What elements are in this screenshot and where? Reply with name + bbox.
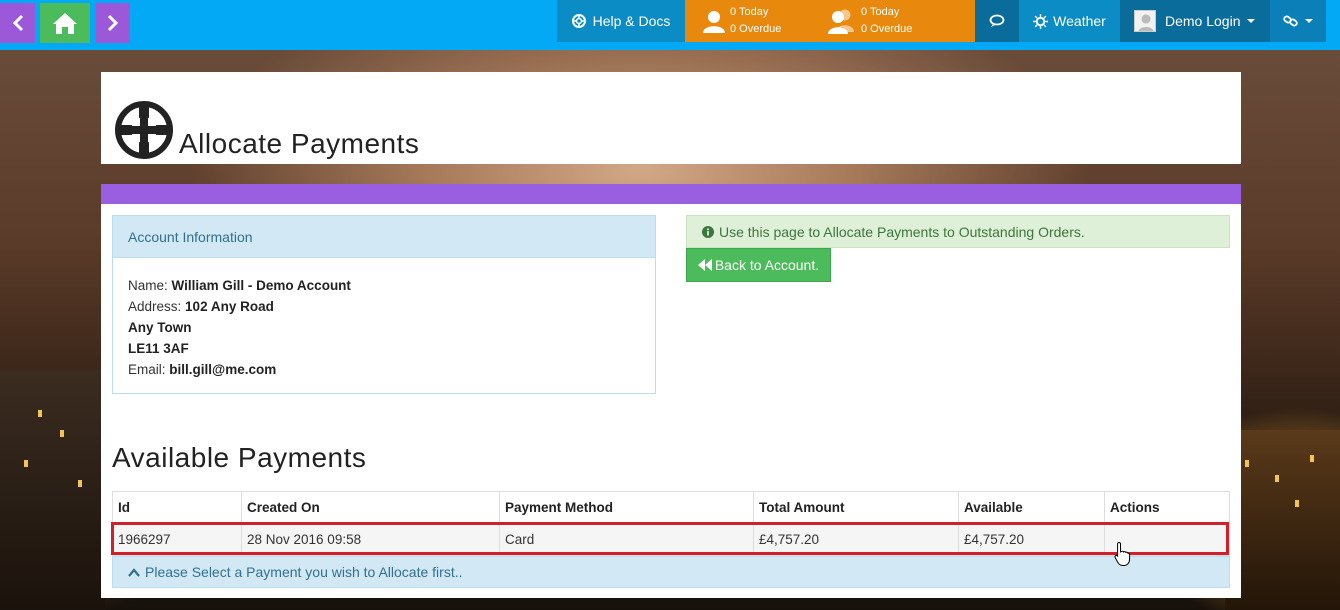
name-label: Name: (128, 278, 168, 293)
background-building-left (0, 370, 105, 610)
content-panel: Account Information Name: William Gill -… (101, 204, 1241, 598)
chevron-right-icon (107, 14, 119, 32)
user-icon (703, 11, 725, 33)
back-to-account-label: Back to Account. (714, 257, 820, 273)
chat-icon (989, 14, 1005, 27)
help-docs-button[interactable]: Help & Docs (557, 0, 685, 42)
home-icon (53, 13, 77, 34)
payments-table: Id Created On Payment Method Total Amoun… (112, 491, 1230, 556)
available-payments-title: Available Payments (112, 442, 367, 473)
team-tasks-today: 0 Today (861, 6, 900, 18)
my-tasks-overdue: 0 Overdue (730, 23, 782, 35)
weather-label: Weather (1053, 13, 1106, 29)
column-header-id[interactable]: Id (112, 491, 242, 523)
select-payment-text: Please Select a Payment you wish to Allo… (145, 564, 463, 580)
info-circle-icon (702, 225, 714, 238)
backward-icon (697, 259, 712, 271)
payment-total-amount: £4,757.20 (753, 522, 959, 556)
column-header-created-on[interactable]: Created On (241, 491, 500, 523)
account-information-panel: Account Information Name: William Gill -… (112, 215, 656, 394)
account-email: bill.gill@me.com (169, 362, 277, 377)
payment-id: 1966297 (112, 522, 242, 556)
sun-icon (1033, 13, 1049, 29)
chevron-down-icon (1305, 19, 1313, 23)
address-line1: 102 Any Road (185, 299, 274, 314)
account-information-heading: Account Information (113, 216, 655, 258)
my-tasks-counter[interactable]: 0 Today 0 Overdue (702, 0, 781, 42)
page-header: Allocate Payments (101, 72, 1241, 164)
team-tasks-overdue: 0 Overdue (861, 23, 913, 35)
chevron-down-icon (1246, 19, 1255, 23)
table-row[interactable]: 1966297 28 Nov 2016 09:58 Card £4,757.20… (112, 522, 1230, 556)
top-navbar: Help & Docs 0 Today 0 Overdue 0 Today 0 … (0, 0, 1340, 50)
select-payment-message: Please Select a Payment you wish to Allo… (112, 556, 1230, 588)
column-header-actions: Actions (1104, 491, 1230, 523)
payment-method: Card (499, 522, 754, 556)
user-menu-label: Demo Login (1165, 13, 1241, 29)
avatar (1134, 10, 1156, 32)
back-button[interactable] (0, 3, 35, 43)
pointer-hand-cursor-icon (1114, 541, 1131, 566)
section-divider-bar (101, 184, 1241, 204)
background-building-right (1225, 430, 1340, 610)
address-line2: Any Town (128, 320, 192, 335)
chevron-left-icon (12, 14, 23, 32)
address-line3: LE11 3AF (128, 341, 189, 356)
lifebuoy-icon (571, 14, 586, 28)
info-alert-text: Use this page to Allocate Payments to Ou… (719, 223, 1085, 240)
column-header-available[interactable]: Available (958, 491, 1105, 523)
link-icon (1283, 15, 1298, 27)
account-name: William Gill - Demo Account (171, 278, 351, 293)
payment-created-on: 28 Nov 2016 09:58 (241, 522, 500, 556)
chat-button[interactable] (975, 0, 1019, 42)
team-tasks-counter[interactable]: 0 Today 0 Overdue (827, 0, 912, 42)
info-alert: Use this page to Allocate Payments to Ou… (686, 215, 1230, 248)
column-header-payment-method[interactable]: Payment Method (499, 491, 754, 523)
payment-available: £4,757.20 (958, 522, 1105, 556)
users-icon (828, 9, 854, 34)
table-header-row: Id Created On Payment Method Total Amoun… (112, 491, 1230, 523)
chevron-up-icon (128, 567, 140, 577)
forward-button[interactable] (96, 3, 130, 43)
tasks-panel: 0 Today 0 Overdue 0 Today 0 Overdue (685, 0, 975, 42)
crosshair-circle-icon (115, 101, 173, 159)
help-docs-label: Help & Docs (592, 13, 671, 29)
email-label: Email: (128, 362, 166, 377)
back-to-account-button[interactable]: Back to Account. (686, 248, 831, 282)
account-details: Name: William Gill - Demo Account Addres… (113, 258, 655, 397)
home-button[interactable] (40, 3, 90, 43)
my-tasks-today: 0 Today (730, 6, 769, 18)
links-menu[interactable] (1270, 0, 1326, 42)
address-label: Address: (128, 299, 182, 314)
user-menu[interactable]: Demo Login (1120, 0, 1270, 42)
column-header-total-amount[interactable]: Total Amount (753, 491, 959, 523)
page-title: Allocate Payments (179, 128, 420, 159)
weather-button[interactable]: Weather (1019, 0, 1120, 42)
